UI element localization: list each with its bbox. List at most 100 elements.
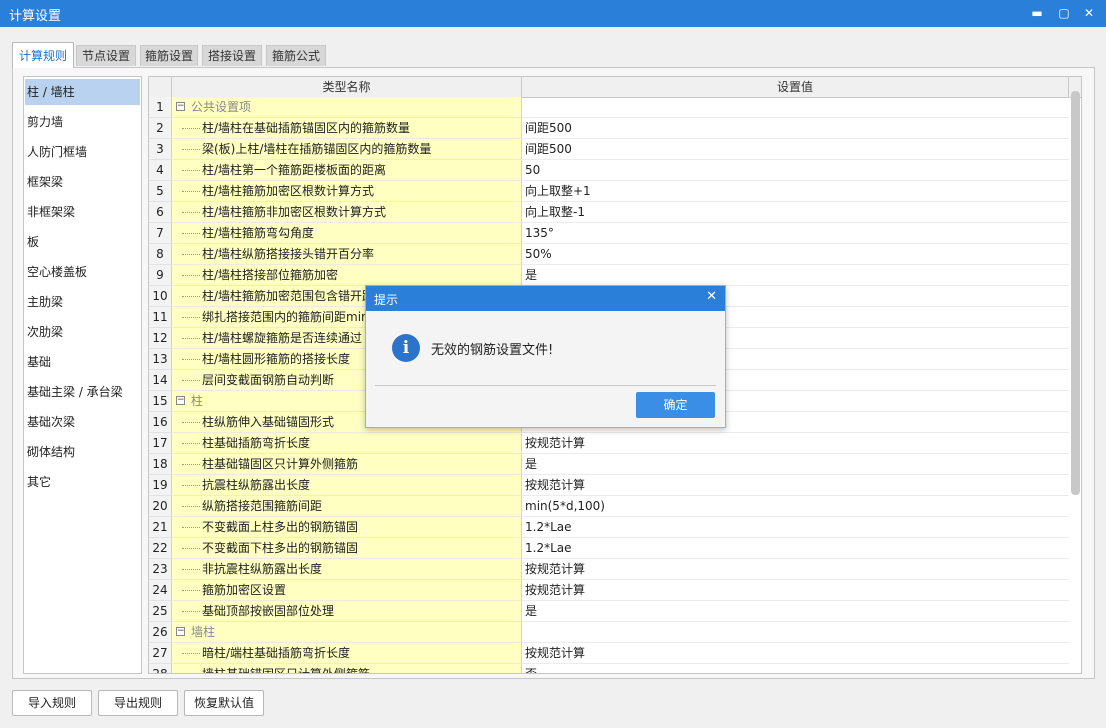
export-rules-button[interactable]: 导出规则: [98, 690, 178, 716]
category-item-slab[interactable]: 板: [25, 229, 140, 255]
tree-line: [182, 317, 200, 318]
row-number: 3: [149, 139, 172, 160]
import-rules-button[interactable]: 导入规则: [12, 690, 92, 716]
setting-value-cell[interactable]: 按规范计算: [522, 643, 1069, 664]
setting-value-cell[interactable]: [522, 622, 1069, 643]
category-item-shear-wall[interactable]: 剪力墙: [25, 109, 140, 135]
table-row[interactable]: 7 柱/墙柱箍筋弯勾角度 135°: [149, 223, 1069, 244]
setting-value-cell[interactable]: 1.2*Lae: [522, 538, 1069, 559]
table-row[interactable]: 8 柱/墙柱纵筋搭接接头错开百分率 50%: [149, 244, 1069, 265]
table-row[interactable]: 2 柱/墙柱在基础插筋锚固区内的箍筋数量 间距500: [149, 118, 1069, 139]
setting-name-cell: 柱/墙柱纵筋搭接接头错开百分率: [172, 244, 522, 265]
setting-value-cell[interactable]: 是: [522, 265, 1069, 286]
group-row[interactable]: 26− 墙柱: [149, 622, 1069, 643]
tab-node-settings[interactable]: 节点设置: [76, 45, 136, 66]
row-number: 21: [149, 517, 172, 538]
category-item-column[interactable]: 柱 / 墙柱: [25, 79, 140, 105]
table-row[interactable]: 28 墙柱基础锚固区只计算外侧箍筋 否: [149, 664, 1069, 673]
restore-defaults-button[interactable]: 恢复默认值: [184, 690, 264, 716]
setting-name-label: 公共设置项: [191, 100, 252, 114]
tree-line: [182, 191, 200, 192]
table-row[interactable]: 18 柱基础锚固区只计算外侧箍筋 是: [149, 454, 1069, 475]
setting-value-cell[interactable]: 50: [522, 160, 1069, 181]
setting-value-cell[interactable]: 间距500: [522, 139, 1069, 160]
category-list: 柱 / 墙柱 剪力墙 人防门框墙 框架梁 非框架梁 板 空心楼盖板 主肋梁 次肋…: [23, 76, 142, 674]
tree-line: [182, 233, 200, 234]
close-icon[interactable]: ✕: [1080, 4, 1098, 22]
setting-name-label: 柱/墙柱在基础插筋锚固区内的箍筋数量: [202, 121, 411, 135]
category-item-secondary-rib-beam[interactable]: 次肋梁: [25, 319, 140, 345]
table-row[interactable]: 4 柱/墙柱第一个箍筋距楼板面的距离 50: [149, 160, 1069, 181]
setting-value-cell[interactable]: 向上取整+1: [522, 181, 1069, 202]
table-row[interactable]: 17 柱基础插筋弯折长度 按规范计算: [149, 433, 1069, 454]
maximize-icon[interactable]: ▢: [1055, 4, 1073, 22]
table-row[interactable]: 27 暗柱/端柱基础插筋弯折长度 按规范计算: [149, 643, 1069, 664]
category-item-foundation-main-beam[interactable]: 基础主梁 / 承台梁: [25, 379, 140, 405]
setting-name-label: 非抗震柱纵筋露出长度: [202, 562, 323, 576]
table-row[interactable]: 22 不变截面下柱多出的钢筋锚固 1.2*Lae: [149, 538, 1069, 559]
row-number: 18: [149, 454, 172, 475]
table-row[interactable]: 6 柱/墙柱箍筋非加密区根数计算方式 向上取整-1: [149, 202, 1069, 223]
group-row[interactable]: 1− 公共设置项: [149, 97, 1069, 118]
vertical-scrollbar[interactable]: [1071, 91, 1080, 495]
category-item-masonry[interactable]: 砌体结构: [25, 439, 140, 465]
setting-name-cell: 不变截面下柱多出的钢筋锚固: [172, 538, 522, 559]
tree-line: [182, 212, 200, 213]
setting-name-cell: 非抗震柱纵筋露出长度: [172, 559, 522, 580]
table-row[interactable]: 3 梁(板)上柱/墙柱在插筋锚固区内的箍筋数量 间距500: [149, 139, 1069, 160]
setting-value-cell[interactable]: 按规范计算: [522, 559, 1069, 580]
tab-lap-settings[interactable]: 搭接设置: [202, 45, 262, 66]
setting-name-cell: 纵筋搭接范围箍筋间距: [172, 496, 522, 517]
dialog-close-icon[interactable]: ✕: [706, 289, 717, 304]
category-item-other[interactable]: 其它: [25, 469, 140, 495]
category-item-main-rib-beam[interactable]: 主肋梁: [25, 289, 140, 315]
collapse-icon[interactable]: −: [176, 627, 185, 636]
setting-name-cell: 基础顶部按嵌固部位处理: [172, 601, 522, 622]
setting-value-cell[interactable]: 按规范计算: [522, 580, 1069, 601]
setting-value-cell[interactable]: 否: [522, 664, 1069, 673]
setting-value-cell[interactable]: 1.2*Lae: [522, 517, 1069, 538]
setting-value-cell[interactable]: [522, 97, 1069, 118]
ok-button[interactable]: 确定: [636, 392, 715, 418]
setting-value-cell[interactable]: 是: [522, 601, 1069, 622]
table-row[interactable]: 24 箍筋加密区设置 按规范计算: [149, 580, 1069, 601]
tab-stirrup-settings[interactable]: 箍筋设置: [140, 45, 198, 66]
setting-value-cell[interactable]: 向上取整-1: [522, 202, 1069, 223]
row-number: 13: [149, 349, 172, 370]
category-item-civil-defense-wall[interactable]: 人防门框墙: [25, 139, 140, 165]
table-row[interactable]: 23 非抗震柱纵筋露出长度 按规范计算: [149, 559, 1069, 580]
setting-name-cell: 柱/墙柱在基础插筋锚固区内的箍筋数量: [172, 118, 522, 139]
category-item-foundation[interactable]: 基础: [25, 349, 140, 375]
setting-value-cell[interactable]: 135°: [522, 223, 1069, 244]
category-item-non-frame-beam[interactable]: 非框架梁: [25, 199, 140, 225]
category-item-frame-beam[interactable]: 框架梁: [25, 169, 140, 195]
setting-value-cell[interactable]: 按规范计算: [522, 433, 1069, 454]
tab-calc-rules[interactable]: 计算规则: [12, 42, 74, 68]
setting-name-label: 不变截面上柱多出的钢筋锚固: [202, 520, 359, 534]
setting-value-cell[interactable]: 50%: [522, 244, 1069, 265]
table-row[interactable]: 5 柱/墙柱箍筋加密区根数计算方式 向上取整+1: [149, 181, 1069, 202]
tree-line: [182, 590, 200, 591]
tab-stirrup-formula[interactable]: 箍筋公式: [266, 45, 326, 66]
row-number: 20: [149, 496, 172, 517]
tree-line: [182, 653, 200, 654]
table-row[interactable]: 9 柱/墙柱搭接部位箍筋加密 是: [149, 265, 1069, 286]
setting-value-cell[interactable]: min(5*d,100): [522, 496, 1069, 517]
collapse-icon[interactable]: −: [176, 102, 185, 111]
table-row[interactable]: 19 抗震柱纵筋露出长度 按规范计算: [149, 475, 1069, 496]
setting-value-cell[interactable]: 按规范计算: [522, 475, 1069, 496]
setting-name-cell: 柱基础锚固区只计算外侧箍筋: [172, 454, 522, 475]
tree-line: [182, 527, 200, 528]
minimize-icon[interactable]: ▬: [1028, 4, 1046, 22]
collapse-icon[interactable]: −: [176, 396, 185, 405]
group-name-cell: − 公共设置项: [172, 97, 522, 118]
category-item-foundation-secondary-beam[interactable]: 基础次梁: [25, 409, 140, 435]
category-item-hollow-slab[interactable]: 空心楼盖板: [25, 259, 140, 285]
setting-value-cell[interactable]: 是: [522, 454, 1069, 475]
setting-value-cell[interactable]: 间距500: [522, 118, 1069, 139]
grid-header: 类型名称 设置值: [149, 77, 1081, 98]
table-row[interactable]: 25 基础顶部按嵌固部位处理 是: [149, 601, 1069, 622]
table-row[interactable]: 21 不变截面上柱多出的钢筋锚固 1.2*Lae: [149, 517, 1069, 538]
tree-line: [182, 506, 200, 507]
table-row[interactable]: 20 纵筋搭接范围箍筋间距 min(5*d,100): [149, 496, 1069, 517]
